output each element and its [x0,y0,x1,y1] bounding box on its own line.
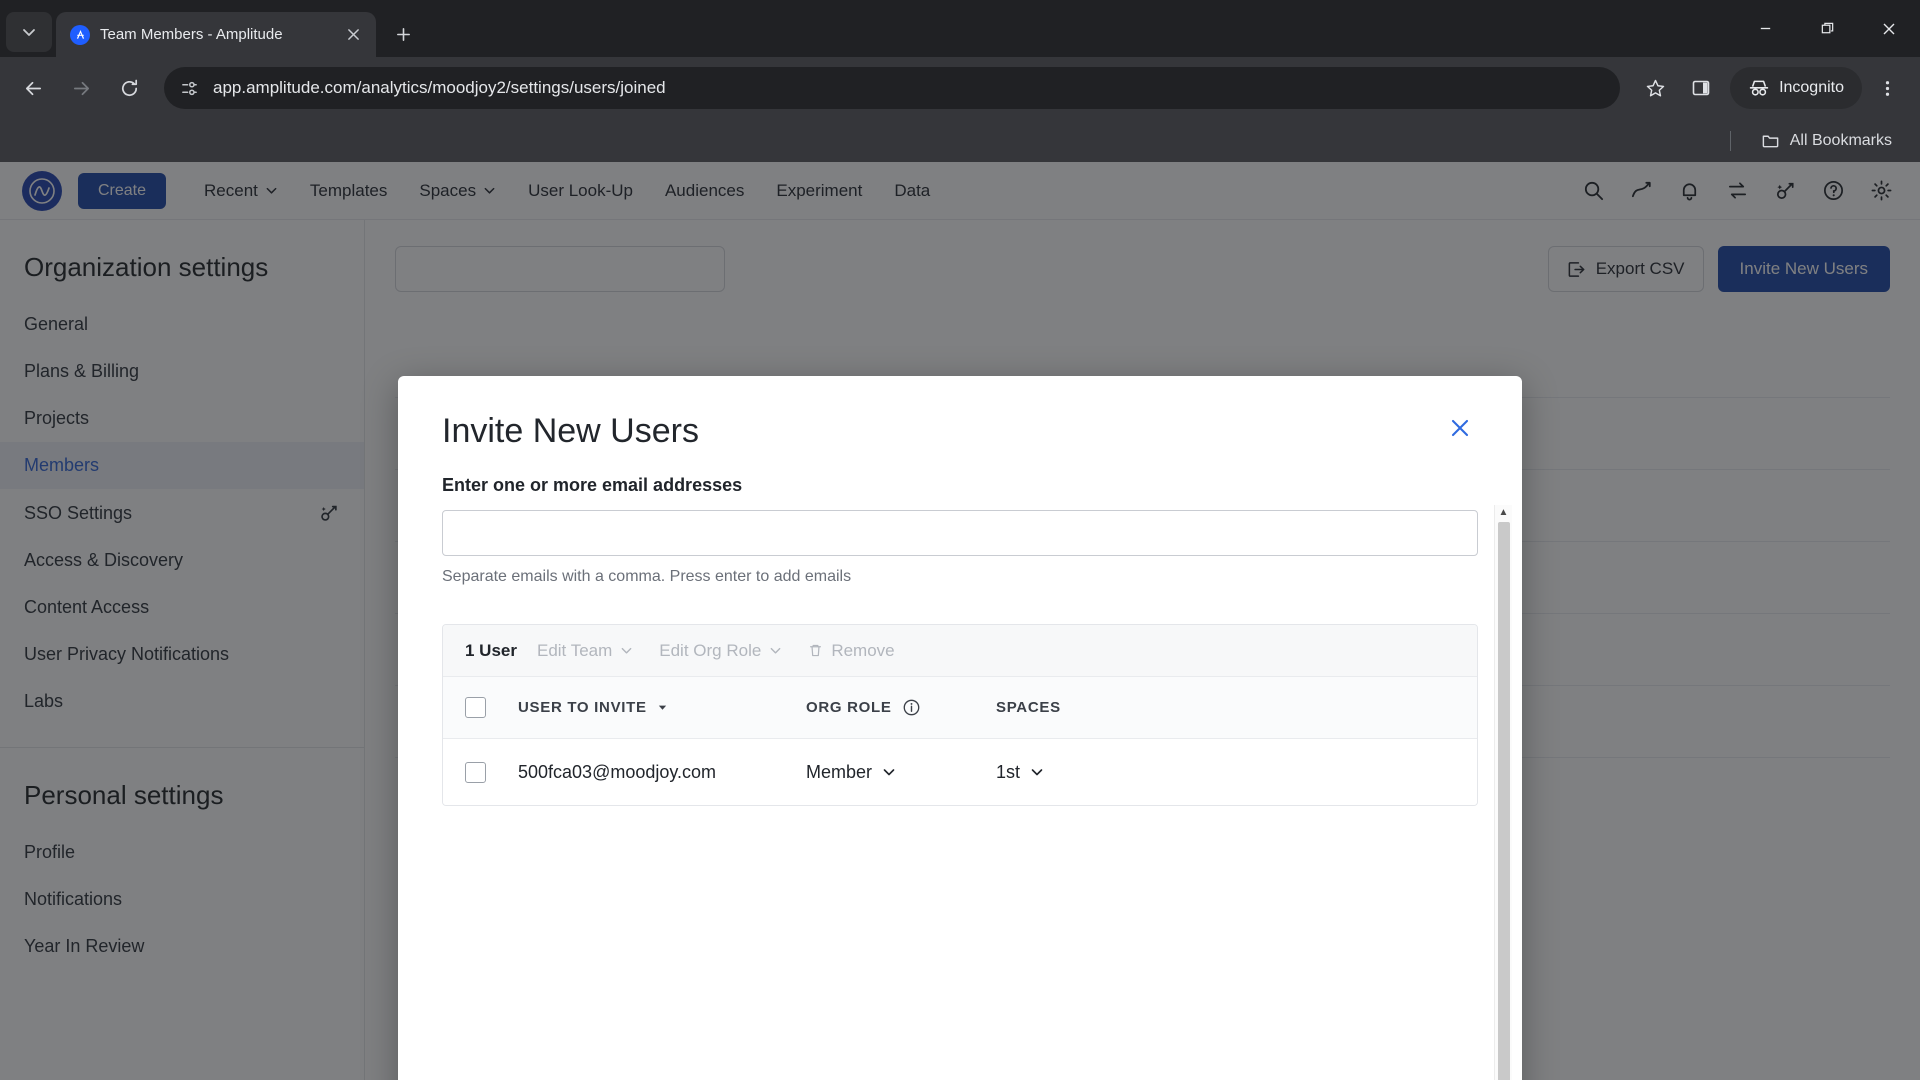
chevron-down-icon [23,29,35,36]
info-icon[interactable] [902,698,921,717]
tab-close-button[interactable] [340,22,366,48]
forward-button[interactable] [60,67,102,109]
folder-icon [1762,135,1779,148]
scroll-up-arrow-icon[interactable]: ▲ [1499,505,1509,520]
edit-team-button[interactable]: Edit Team [537,641,633,661]
table-row[interactable]: 500fca03@moodjoy.com Member 1st [443,739,1477,805]
org-role-value: Member [806,761,873,782]
tab-favicon [70,24,90,45]
back-arrow-icon [25,81,41,95]
column-label: SPACES [996,699,1061,716]
dialog-body: Enter one or more email addresses Separa… [398,451,1522,1080]
all-bookmarks-button[interactable]: All Bookmarks [1753,126,1900,155]
remove-button[interactable]: Remove [808,640,895,661]
bookmarks-bar: All Bookmarks [0,119,1920,162]
close-icon [347,29,359,40]
row-checkbox[interactable] [465,761,486,783]
spaces-value: 1st [996,761,1021,782]
sort-caret-icon [658,705,666,710]
dialog-scrollbar[interactable]: ▲ ▼ [1494,505,1512,1080]
bookmarks-divider [1729,130,1731,151]
browser-tab[interactable]: Team Members - Amplitude [56,12,376,57]
edit-org-role-button[interactable]: Edit Org Role [659,641,782,661]
incognito-icon [1749,80,1769,96]
column-label: ORG ROLE [806,699,892,716]
close-icon [1883,23,1895,34]
incognito-indicator[interactable]: Incognito [1730,67,1862,109]
invite-table-body: 500fca03@moodjoy.com Member 1st [443,739,1477,805]
trash-icon [810,644,822,657]
user-email-text: 500fca03@moodjoy.com [518,761,717,782]
cell-spaces[interactable]: 1st [996,762,1176,783]
chevron-down-icon [883,769,895,776]
chevron-down-icon [621,647,632,654]
dialog-close-button[interactable] [1442,412,1478,449]
browser-toolbar: app.amplitude.com/analytics/moodjoy2/set… [0,57,1920,119]
select-all-checkbox[interactable] [465,697,486,718]
bookmark-star-button[interactable] [1634,67,1676,109]
browser-window: Team Members - Amplitude app.amplitude.c… [0,0,1920,1080]
remove-label: Remove [831,640,895,660]
minimize-icon [1760,27,1770,30]
edit-org-role-label: Edit Org Role [659,640,762,660]
tab-strip: Team Members - Amplitude [0,0,1920,57]
minimize-button[interactable] [1734,0,1796,57]
kebab-menu-icon [1885,80,1889,96]
chrome-menu-button[interactable] [1866,67,1908,109]
column-header-user-to-invite[interactable]: USER TO INVITE [486,699,806,716]
address-bar[interactable]: app.amplitude.com/analytics/moodjoy2/set… [164,67,1621,109]
tab-title: Team Members - Amplitude [100,26,283,43]
back-button[interactable] [12,67,54,109]
dialog-header: Invite New Users [398,376,1522,451]
side-panel-icon [1692,80,1710,96]
cell-user-email: 500fca03@moodjoy.com [486,762,806,783]
dialog-title: Invite New Users [442,412,699,450]
close-icon [1451,419,1469,437]
side-panel-button[interactable] [1680,67,1722,109]
reload-icon [121,79,137,96]
new-tab-button[interactable] [384,15,422,53]
invite-table-header: USER TO INVITE ORG ROLE SPACES [443,677,1477,739]
all-bookmarks-label: All Bookmarks [1789,131,1892,149]
column-label: USER TO INVITE [518,699,647,716]
plus-icon [396,27,410,41]
invite-users-card: 1 User Edit Team Edit Org Role Remove US… [442,624,1478,806]
url-text: app.amplitude.com/analytics/moodjoy2/set… [213,78,666,97]
invite-new-users-dialog: Invite New Users Enter one or more email… [398,376,1522,1080]
column-header-org-role: ORG ROLE [806,698,996,717]
chevron-down-icon [1031,769,1043,776]
column-header-spaces: SPACES [996,699,1176,716]
close-window-button[interactable] [1858,0,1920,57]
user-count-label: 1 User [465,640,517,660]
email-field-help: Separate emails with a comma. Press ente… [442,568,852,585]
window-controls [1734,0,1920,57]
tab-search-button[interactable] [6,12,52,52]
page-info-icon[interactable] [180,79,199,98]
maximize-icon [1821,22,1833,34]
scrollbar-thumb[interactable] [1497,522,1510,1080]
web-page: Create RecentTemplatesSpacesUser Look-Up… [0,162,1920,1080]
forward-arrow-icon [73,81,89,95]
email-input[interactable] [442,510,1478,556]
maximize-button[interactable] [1796,0,1858,57]
chevron-down-icon [770,647,781,654]
incognito-label: Incognito [1779,79,1844,96]
cell-org-role[interactable]: Member [806,762,996,783]
star-icon [1646,79,1664,96]
bulk-actions-bar: 1 User Edit Team Edit Org Role Remove [443,625,1477,677]
reload-button[interactable] [108,67,150,109]
scrollbar-track[interactable] [1495,520,1513,1080]
email-field-label: Enter one or more email addresses [442,475,743,495]
edit-team-label: Edit Team [536,640,613,660]
